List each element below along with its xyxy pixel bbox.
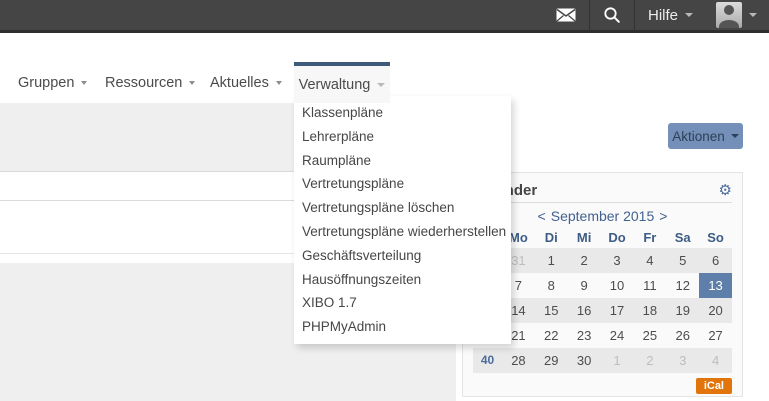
day-cell[interactable]: 20: [699, 298, 732, 323]
day-cell[interactable]: 19: [666, 298, 699, 323]
search-icon: [603, 6, 621, 24]
day-cell[interactable]: 11: [633, 273, 666, 298]
dropdown-item[interactable]: Vertretungspläne löschen: [294, 196, 511, 220]
ical-button[interactable]: iCal: [696, 378, 732, 394]
chevron-down-icon: [81, 81, 87, 85]
day-cell[interactable]: 10: [601, 273, 634, 298]
chevron-down-icon: [189, 81, 195, 85]
mail-button[interactable]: [543, 0, 589, 30]
day-header: Fr: [633, 228, 666, 248]
chevron-down-icon: [731, 134, 739, 138]
main-nav: Gruppen Ressourcen Aktuelles Verwaltung: [0, 33, 769, 103]
avatar-torso: [719, 20, 739, 28]
top-bar: Hilfe: [0, 0, 769, 33]
dropdown-item[interactable]: Vertretungspläne wiederherstellen: [294, 220, 511, 244]
verwaltung-dropdown: KlassenpläneLehrerpläneRaumpläneVertretu…: [294, 96, 511, 344]
day-cell[interactable]: 27: [699, 323, 732, 348]
day-cell[interactable]: 17: [601, 298, 634, 323]
nav-item-verwaltung[interactable]: Verwaltung: [294, 62, 390, 103]
day-cell[interactable]: 4: [633, 248, 666, 273]
day-cell[interactable]: 1: [601, 348, 634, 373]
nav-item-aktuelles[interactable]: Aktuelles: [210, 62, 282, 103]
day-cell[interactable]: 15: [535, 298, 568, 323]
nav-item-gruppen[interactable]: Gruppen: [18, 62, 87, 103]
avatar: [716, 2, 742, 28]
month-navigation: < September 2015 >: [473, 206, 732, 226]
chevron-down-icon: [276, 81, 282, 85]
aktionen-button[interactable]: Aktionen: [668, 123, 743, 149]
help-menu[interactable]: Hilfe: [635, 0, 706, 30]
top-bar-actions: Hilfe: [543, 0, 761, 30]
nav-label: Verwaltung: [299, 77, 371, 93]
day-cell[interactable]: 6: [699, 248, 732, 273]
help-label: Hilfe: [648, 7, 678, 24]
gear-icon[interactable]: ⚙: [719, 183, 732, 198]
day-cell[interactable]: 3: [601, 248, 634, 273]
day-cell[interactable]: 4: [699, 348, 732, 373]
day-cell[interactable]: 25: [633, 323, 666, 348]
day-cell[interactable]: 28: [502, 348, 535, 373]
day-cell[interactable]: 29: [535, 348, 568, 373]
dropdown-item[interactable]: Raumpläne: [294, 149, 511, 173]
dropdown-item[interactable]: XIBO 1.7: [294, 291, 511, 315]
dropdown-item[interactable]: PHPMyAdmin: [294, 315, 511, 339]
chevron-down-icon: [377, 83, 385, 87]
day-cell[interactable]: 8: [535, 273, 568, 298]
dropdown-item[interactable]: Lehrerpläne: [294, 125, 511, 149]
day-cell[interactable]: 16: [568, 298, 601, 323]
chevron-down-icon: [685, 13, 693, 17]
month-label: September 2015: [551, 208, 655, 224]
calendar-footer: iCal: [473, 373, 732, 399]
prev-month-button[interactable]: <: [533, 208, 551, 224]
day-header: So: [699, 228, 732, 248]
aktionen-label: Aktionen: [672, 129, 725, 144]
day-header: Sa: [666, 228, 699, 248]
divider: [473, 202, 732, 203]
nav-label: Aktuelles: [210, 75, 269, 91]
day-cell[interactable]: 23: [568, 323, 601, 348]
day-cell[interactable]: 12: [666, 273, 699, 298]
day-cell[interactable]: 2: [568, 248, 601, 273]
day-header: Di: [535, 228, 568, 248]
avatar-head: [724, 5, 734, 15]
day-cell[interactable]: 30: [568, 348, 601, 373]
page: Hilfe Gruppen Ressourcen Aktuelles: [0, 0, 769, 401]
week-number: 40: [473, 348, 502, 373]
next-month-button[interactable]: >: [654, 208, 672, 224]
dropdown-item[interactable]: Hausöffnungszeiten: [294, 268, 511, 292]
user-menu[interactable]: [706, 0, 761, 30]
chevron-down-icon: [749, 13, 757, 17]
day-cell[interactable]: 1: [535, 248, 568, 273]
day-cell[interactable]: 22: [535, 323, 568, 348]
search-button[interactable]: [590, 0, 634, 30]
nav-label: Gruppen: [18, 75, 74, 91]
day-cell[interactable]: 9: [568, 273, 601, 298]
day-cell[interactable]: 13: [699, 273, 732, 298]
day-cell[interactable]: 3: [666, 348, 699, 373]
day-cell[interactable]: 24: [601, 323, 634, 348]
day-cell[interactable]: 5: [666, 248, 699, 273]
day-cell[interactable]: 2: [633, 348, 666, 373]
dropdown-item[interactable]: Geschäftsverteilung: [294, 244, 511, 268]
calendar-grid: MoDiMiDoFrSaSo31123456789101112131415161…: [473, 228, 732, 373]
day-cell[interactable]: 26: [666, 323, 699, 348]
day-header: Mi: [568, 228, 601, 248]
nav-label: Ressourcen: [105, 75, 182, 91]
dropdown-item[interactable]: Klassenpläne: [294, 101, 511, 125]
day-cell[interactable]: 18: [633, 298, 666, 323]
mail-icon: [556, 8, 576, 22]
dropdown-item[interactable]: Vertretungspläne: [294, 172, 511, 196]
nav-item-ressourcen[interactable]: Ressourcen: [105, 62, 195, 103]
day-header: Do: [601, 228, 634, 248]
calendar-panel-header: Kalender ⚙: [473, 181, 732, 199]
